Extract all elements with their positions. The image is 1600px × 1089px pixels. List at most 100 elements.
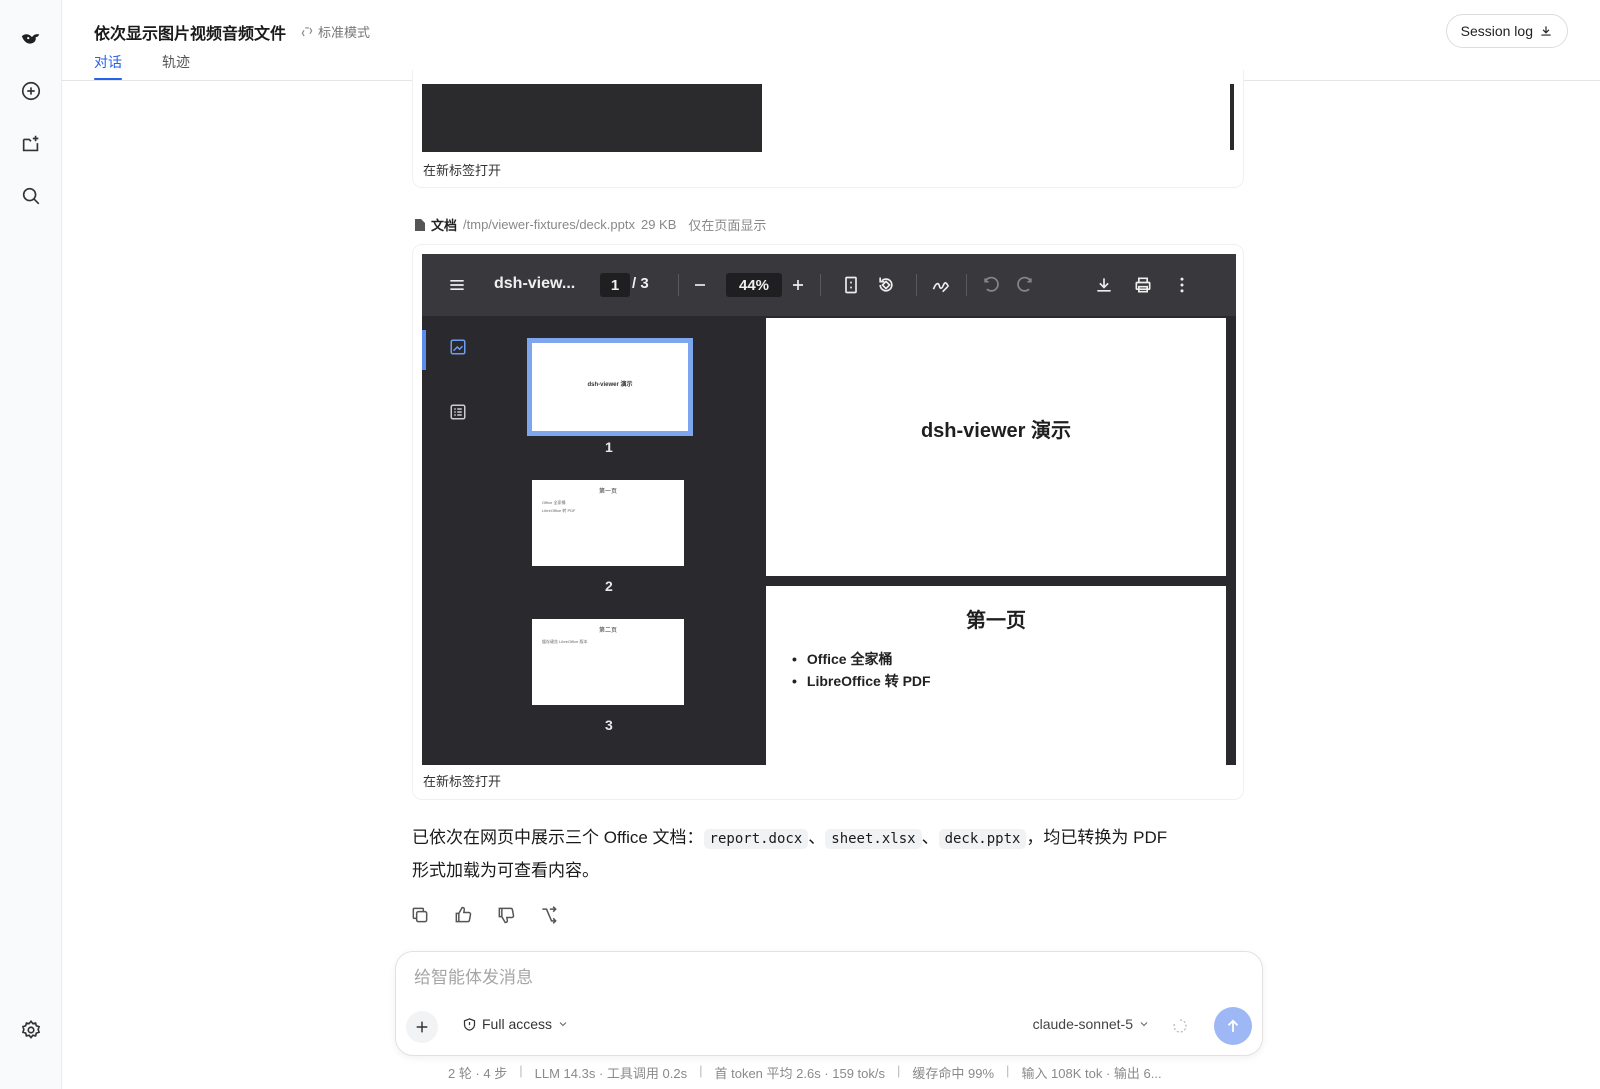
draw-icon[interactable]	[931, 275, 951, 295]
new-project-icon[interactable]	[11, 124, 51, 164]
previous-file-card: 在新标签打开	[412, 70, 1244, 188]
new-chat-icon[interactable]	[11, 71, 51, 111]
toolbar-divider	[966, 274, 967, 296]
model-selector[interactable]: claude-sonnet-5	[1033, 1016, 1150, 1032]
arrow-up-icon	[1227, 1019, 1239, 1032]
slide-bullet: LibreOffice 转 PDF	[792, 670, 931, 692]
chevron-down-icon	[559, 1022, 567, 1027]
status-divider: |	[1006, 1063, 1010, 1078]
document-icon	[415, 218, 425, 231]
open-in-new-tab-link[interactable]: 在新标签打开	[423, 160, 501, 179]
thumbnail-page-3[interactable]: 第二页 缓存键含 LibreOffice 版本	[532, 619, 684, 705]
app-window: 依次显示图片视频音频文件 标准模式 对话 轨迹 Session log 在新标签…	[0, 0, 1600, 1089]
sidebar-toggle-icon[interactable]	[447, 275, 467, 295]
message-text: 已依次在网页中展示三个 Office 文档：	[412, 828, 704, 847]
slide-title: 第一页	[966, 610, 1026, 632]
inline-code: report.docx	[703, 829, 809, 849]
status-cache: 缓存命中 99%	[912, 1066, 995, 1081]
thumbnail-sidebar: dsh-viewer 演示 1 第一页 Office 全家桶 LibreOffi…	[422, 316, 762, 765]
document-viewer-card: dsh-view... 1 / 3 44% dsh-viewer 演示 1 第一…	[412, 244, 1244, 800]
page-canvas[interactable]: dsh-viewer 演示 第一页 Office 全家桶 LibreOffice…	[762, 316, 1236, 765]
thumbnail-bullet: LibreOffice 转 PDF	[542, 508, 576, 513]
tab-chat[interactable]: 对话	[94, 52, 122, 80]
thumbnails-view-icon[interactable]	[449, 338, 467, 356]
shield-icon	[463, 1017, 476, 1031]
mode-indicator: 标准模式	[300, 22, 370, 41]
thumbs-up-icon[interactable]	[453, 905, 473, 925]
message-actions	[410, 905, 559, 925]
branch-icon[interactable]	[539, 905, 559, 925]
model-label: claude-sonnet-5	[1032, 1016, 1133, 1032]
tab-bar: 对话 轨迹	[94, 52, 190, 80]
sidebar	[0, 0, 62, 1089]
toolbar-divider	[820, 274, 821, 296]
thumbnail-number: 2	[605, 578, 613, 594]
rotate-icon[interactable]	[876, 275, 896, 295]
message-input[interactable]	[414, 968, 1234, 988]
attach-button[interactable]	[406, 1011, 438, 1043]
status-io: 输入 108K tok · 输出 6...	[1021, 1066, 1162, 1081]
file-kind: 文档	[431, 218, 458, 233]
thumbnail-title: dsh-viewer 演示	[587, 382, 633, 388]
download-icon	[1541, 26, 1551, 36]
message-text: ，均已转换为 PDF	[1026, 828, 1168, 847]
thumbnail-page-1[interactable]: dsh-viewer 演示	[527, 338, 693, 436]
message-composer: Full access claude-sonnet-5	[395, 951, 1263, 1056]
download-file-icon[interactable]	[1094, 275, 1114, 295]
thumbnail-bullet: 缓存键含 LibreOffice 版本	[542, 639, 588, 644]
zoom-level[interactable]: 44%	[726, 273, 782, 297]
page-number-input[interactable]: 1	[600, 273, 630, 297]
slide-page-1: dsh-viewer 演示	[766, 318, 1226, 576]
viewer-doc-title: dsh-view...	[494, 275, 576, 292]
previous-viewer-edge	[1230, 84, 1234, 150]
thumbnail-number: 3	[605, 717, 613, 733]
inline-code: sheet.xlsx	[825, 829, 922, 849]
undo-icon[interactable]	[981, 275, 1001, 295]
send-button[interactable]	[1214, 1007, 1252, 1045]
fit-page-icon[interactable]	[841, 275, 861, 295]
file-path: /tmp/viewer-fixtures/deck.pptx	[463, 217, 635, 232]
mode-label: 标准模式	[318, 25, 371, 40]
zoom-out-icon[interactable]	[690, 275, 710, 295]
sidebar-active-indicator	[422, 330, 426, 370]
outline-view-icon[interactable]	[449, 403, 467, 421]
inline-code: deck.pptx	[938, 829, 1027, 849]
session-log-label: Session log	[1460, 23, 1533, 39]
pdf-viewer: dsh-view... 1 / 3 44% dsh-viewer 演示 1 第一…	[422, 254, 1236, 765]
status-divider: |	[897, 1063, 901, 1078]
slide-bullet: Office 全家桶	[792, 648, 931, 670]
toolbar-divider	[678, 274, 679, 296]
search-icon[interactable]	[11, 176, 51, 216]
zoom-in-icon[interactable]	[788, 275, 808, 295]
slide-bullets: Office 全家桶 LibreOffice 转 PDF	[792, 648, 931, 692]
status-token: 首 token 平均 2.6s · 159 tok/s	[714, 1066, 886, 1081]
status-bar: 2 轮 · 4 步 | LLM 14.3s · 工具调用 0.2s | 首 to…	[448, 1063, 1162, 1082]
page-title: 依次显示图片视频音频文件	[94, 26, 287, 43]
assistant-message: 已依次在网页中展示三个 Office 文档： report.docx、 sheet.…	[412, 822, 1232, 886]
print-icon[interactable]	[1133, 275, 1153, 295]
tab-trace[interactable]: 轨迹	[162, 52, 190, 80]
copy-icon[interactable]	[410, 905, 430, 925]
status-divider: |	[699, 1063, 703, 1078]
thumbnail-number: 1	[605, 439, 613, 455]
open-in-new-tab-link[interactable]: 在新标签打开	[423, 771, 501, 790]
thumbnail-page-2[interactable]: 第一页 Office 全家桶 LibreOffice 转 PDF	[532, 480, 684, 566]
session-log-button[interactable]: Session log	[1445, 14, 1568, 48]
chevron-down-icon	[1140, 1022, 1148, 1027]
more-options-icon[interactable]	[1172, 275, 1192, 295]
thumbnail-title: 第一页	[598, 489, 617, 495]
access-label: Full access	[482, 1016, 553, 1032]
settings-icon[interactable]	[11, 1010, 51, 1050]
access-level-dropdown[interactable]: Full access	[462, 1016, 569, 1032]
status-llm: LLM 14.3s · 工具调用 0.2s	[534, 1066, 688, 1081]
logo-whale-icon[interactable]	[11, 19, 51, 59]
thumbs-down-icon[interactable]	[496, 905, 516, 925]
plus-icon	[416, 1021, 428, 1033]
message-text: 形式加载为可查看内容。	[412, 861, 599, 880]
page-total: / 3	[632, 275, 649, 292]
file-meta: 文档 /tmp/viewer-fixtures/deck.pptx 29 KB …	[415, 215, 766, 234]
viewer-toolbar: dsh-view... 1 / 3 44%	[422, 254, 1236, 316]
message-separator: 、	[808, 828, 826, 847]
redo-icon[interactable]	[1015, 275, 1035, 295]
slide-page-2: 第一页 Office 全家桶 LibreOffice 转 PDF	[766, 586, 1226, 765]
